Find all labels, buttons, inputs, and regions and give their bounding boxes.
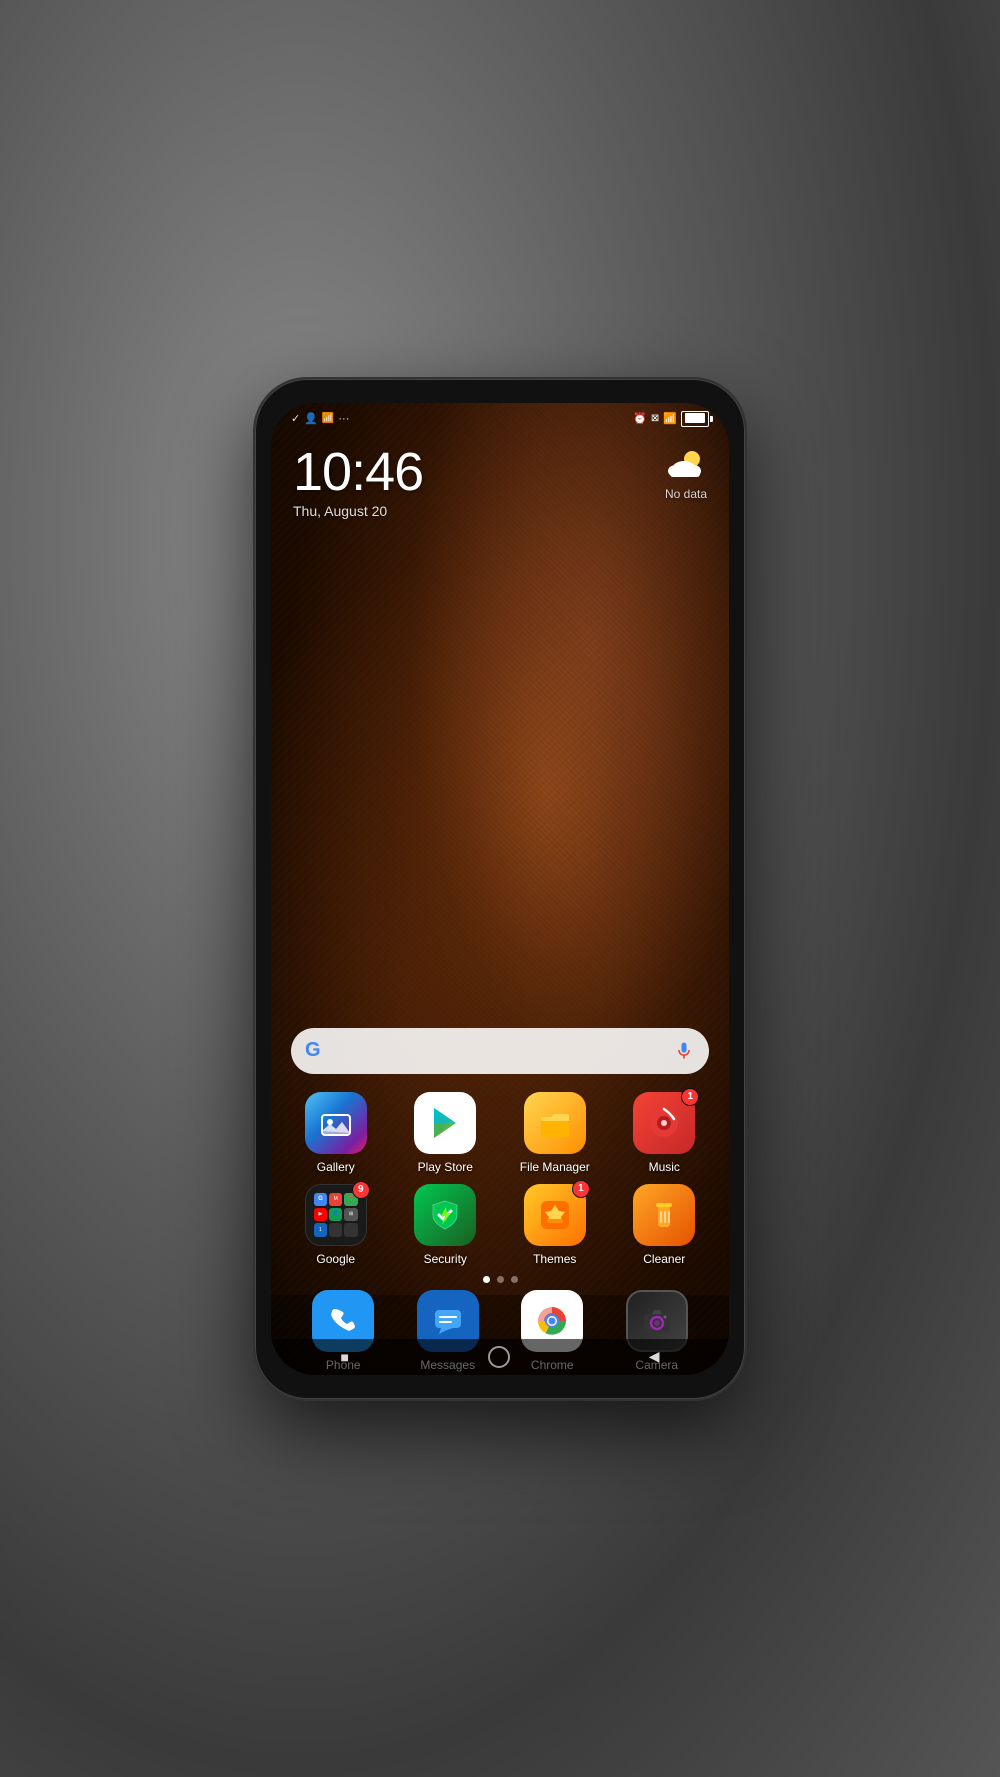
app-music[interactable]: 1 Music	[619, 1092, 709, 1174]
google-folder-icon: 9 G M 📍 ▶ 👤 ⊞ 1	[305, 1184, 367, 1246]
security-label: Security	[424, 1252, 467, 1266]
google-badge: 9	[352, 1181, 370, 1199]
phone-screen: ✓ 👤 📶 ··· ⏰ ⊠ 📶 10:46 Thu, August 20	[271, 403, 729, 1375]
dot-3	[511, 1276, 518, 1283]
google-label: Google	[316, 1252, 355, 1266]
app-gallery[interactable]: Gallery	[291, 1092, 381, 1174]
app-themes[interactable]: 1 Themes	[510, 1184, 600, 1266]
music-label: Music	[649, 1160, 680, 1174]
nav-home[interactable]	[488, 1346, 510, 1368]
more-icon: ···	[338, 413, 349, 425]
dot-1	[483, 1276, 490, 1283]
app-google[interactable]: 9 G M 📍 ▶ 👤 ⊞ 1 Google	[291, 1184, 381, 1266]
search-mic-button[interactable]	[673, 1040, 695, 1062]
security-icon	[414, 1184, 476, 1246]
phone-frame: ✓ 👤 📶 ··· ⏰ ⊠ 📶 10:46 Thu, August 20	[255, 379, 745, 1399]
gallery-icon	[305, 1092, 367, 1154]
alarm-icon: ⏰	[633, 412, 647, 425]
clock-area: 10:46 Thu, August 20 No data	[271, 435, 729, 519]
music-badge: 1	[681, 1088, 699, 1106]
app-row-2: 9 G M 📍 ▶ 👤 ⊞ 1 Google	[271, 1184, 729, 1266]
app-filemanager[interactable]: File Manager	[510, 1092, 600, 1174]
themes-label: Themes	[533, 1252, 576, 1266]
screenshot-icon: ⊠	[651, 413, 659, 424]
search-bar[interactable]: G	[291, 1028, 709, 1074]
status-bar: ✓ 👤 📶 ··· ⏰ ⊠ 📶	[271, 403, 729, 435]
themes-icon: 1	[524, 1184, 586, 1246]
status-left: ✓ 👤 📶 ···	[291, 412, 349, 425]
app-security[interactable]: Security	[400, 1184, 490, 1266]
music-icon: 1	[633, 1092, 695, 1154]
page-dots	[271, 1276, 729, 1283]
clock-time: 10:46	[293, 445, 423, 499]
app-area: G	[271, 1028, 729, 1295]
weather-text: No data	[665, 487, 707, 501]
cleaner-icon	[633, 1184, 695, 1246]
playstore-icon	[414, 1092, 476, 1154]
app-playstore[interactable]: Play Store	[400, 1092, 490, 1174]
nav-back[interactable]: ◀	[649, 1348, 660, 1365]
nav-bar: ■ ◀	[271, 1339, 729, 1375]
weather-icon	[666, 445, 706, 485]
app-cleaner[interactable]: Cleaner	[619, 1184, 709, 1266]
filemanager-label: File Manager	[520, 1160, 590, 1174]
themes-badge: 1	[572, 1180, 590, 1198]
battery-icon	[681, 411, 709, 427]
weather-widget: No data	[665, 445, 707, 501]
person-icon: 👤	[304, 412, 318, 425]
gallery-label: Gallery	[317, 1160, 355, 1174]
check-icon: ✓	[291, 412, 300, 425]
sim-icon: 📶	[322, 413, 334, 424]
nav-recents[interactable]: ■	[340, 1349, 348, 1365]
wifi-icon: 📶	[663, 412, 677, 425]
status-right: ⏰ ⊠ 📶	[633, 411, 709, 427]
app-row-1: Gallery	[271, 1092, 729, 1174]
clock-widget: 10:46 Thu, August 20	[293, 445, 423, 519]
filemanager-icon	[524, 1092, 586, 1154]
playstore-label: Play Store	[418, 1160, 473, 1174]
google-logo: G	[305, 1039, 321, 1062]
clock-date: Thu, August 20	[293, 503, 423, 519]
dot-2	[497, 1276, 504, 1283]
cleaner-label: Cleaner	[643, 1252, 685, 1266]
